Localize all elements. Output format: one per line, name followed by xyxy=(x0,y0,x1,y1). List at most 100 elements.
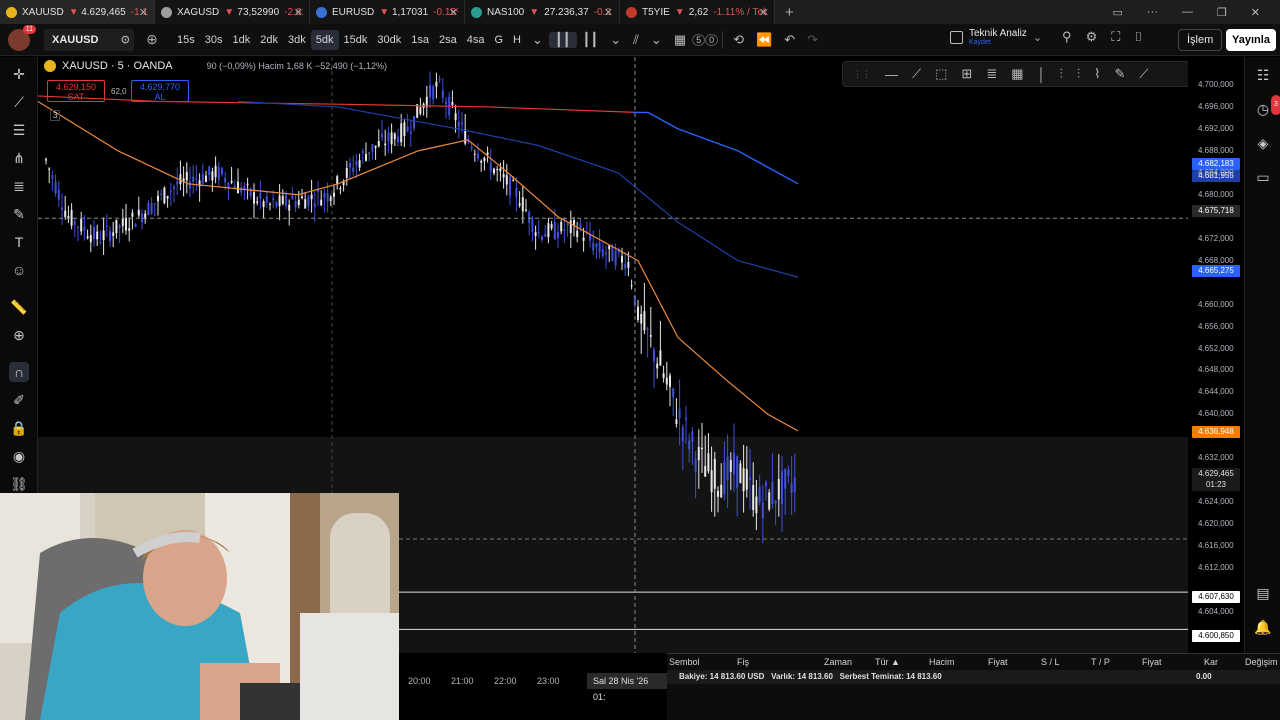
redo-icon[interactable]: ↷ xyxy=(801,32,824,48)
interval-3dk[interactable]: 3dk xyxy=(283,30,311,50)
zoom-in-icon[interactable]: ⊕ xyxy=(9,325,29,345)
chevron-down-icon[interactable]: ⌄ xyxy=(526,32,549,48)
interval-1sa[interactable]: 1sa xyxy=(406,30,434,50)
fib-icon[interactable]: ≣ xyxy=(9,176,29,196)
highlighter-icon[interactable]: ⟋ xyxy=(1139,66,1148,82)
link-icon[interactable]: ⛓ xyxy=(9,474,29,494)
trendline-icon[interactable]: ⟋ xyxy=(912,66,921,82)
magnet-icon[interactable]: ∩ xyxy=(9,362,29,382)
horizontal-line-icon[interactable]: — xyxy=(885,67,898,82)
layers-icon[interactable]: ◈ xyxy=(1253,133,1273,153)
fib-icon[interactable]: ≣ xyxy=(986,66,997,82)
interval-5dk[interactable]: 5dk xyxy=(310,29,339,50)
minimize-icon[interactable]: — xyxy=(1182,6,1193,18)
lock-icon[interactable]: 🔒 xyxy=(9,418,29,438)
sell-button[interactable]: 4.629,150 SAT xyxy=(47,80,105,102)
counter-b[interactable]: 0 xyxy=(705,33,719,46)
interval-15s[interactable]: 15s xyxy=(172,30,200,50)
col-zaman[interactable]: Zaman xyxy=(824,657,852,667)
emoji-icon[interactable]: ☺ xyxy=(9,260,29,280)
col-tur[interactable]: Tür ▲ xyxy=(875,657,900,667)
col-fiyat-2[interactable]: Fiyat xyxy=(1142,657,1162,667)
tab-xagusd[interactable]: XAGUSD ▼ 73,52990 -2.61 ✕ xyxy=(155,0,310,24)
replay-icon[interactable]: ⏪ xyxy=(750,32,778,48)
buy-button[interactable]: 4.629,770 AL xyxy=(131,80,189,102)
more-icon[interactable]: ··· xyxy=(1147,6,1158,18)
settings-icon[interactable]: ⚙ xyxy=(1086,29,1098,45)
close-icon[interactable]: ✕ xyxy=(294,6,303,19)
col-tp[interactable]: T / P xyxy=(1091,657,1110,667)
chat-icon[interactable]: ▭ xyxy=(1253,167,1273,187)
trendline-icon[interactable]: ⟋ xyxy=(9,92,29,112)
close-icon[interactable]: ✕ xyxy=(139,6,148,19)
candles-icon[interactable]: ┃┃ xyxy=(548,31,577,48)
pitchfork-icon[interactable]: ⋔ xyxy=(9,148,29,168)
tab-xauusd[interactable]: XAUUSD ▼ 4.629,465 -1.12 ✕ xyxy=(0,0,155,24)
interval-4sa[interactable]: 4sa xyxy=(462,30,490,50)
interval-30dk[interactable]: 30dk xyxy=(372,30,406,50)
interval-1dk[interactable]: 1dk xyxy=(228,30,256,50)
interval-h[interactable]: H xyxy=(508,30,526,50)
short-position-icon[interactable]: ⫶ xyxy=(1077,66,1080,82)
indicators-icon[interactable]: ⫽ xyxy=(627,32,645,48)
trade-button[interactable]: İşlem xyxy=(1178,29,1223,51)
drag-handle-icon[interactable]: ⋮⋮ xyxy=(853,69,871,80)
pencil-lock-icon[interactable]: ✐ xyxy=(9,390,29,410)
fullscreen-icon[interactable]: ⛶ xyxy=(1111,29,1120,45)
tab-t5yie[interactable]: T5YIE ▼ 2,62 -1.11% / Tekn ✕ xyxy=(620,0,775,24)
brush-icon[interactable]: ✎ xyxy=(1115,66,1126,82)
chart-title[interactable]: XAUUSD · 5 · OANDA xyxy=(62,60,173,72)
interval-g[interactable]: G xyxy=(489,30,508,50)
layout-icon[interactable]: ▦ xyxy=(668,32,692,48)
col-hacim[interactable]: Hacim xyxy=(929,657,955,667)
compare-add-icon[interactable]: ⊕ xyxy=(144,31,160,48)
avatar[interactable]: 11 xyxy=(8,24,36,51)
grid-icon[interactable]: ▦ xyxy=(1011,66,1023,82)
layout-checkbox[interactable] xyxy=(950,30,963,44)
bell-icon[interactable]: 🔔 xyxy=(1253,617,1273,637)
close-icon[interactable]: ✕ xyxy=(604,6,613,19)
vertical-line-icon[interactable]: │ xyxy=(1038,67,1046,82)
col-sl[interactable]: S / L xyxy=(1041,657,1060,667)
col-fis[interactable]: Fiş xyxy=(737,657,749,667)
alert-icon[interactable]: ⟲ xyxy=(727,32,750,48)
horizontal-lines-icon[interactable]: ☰ xyxy=(9,120,29,140)
tab-nas100[interactable]: NAS100 ▼ 27.236,37 -0.2 ✕ xyxy=(465,0,620,24)
indicators-collapsed-count[interactable]: 3 xyxy=(50,110,61,121)
counter-a[interactable]: 5 xyxy=(692,33,706,46)
cast-icon[interactable]: ▭ xyxy=(1113,6,1123,19)
time-axis[interactable]: 20:00 21:00 22:00 23:00 Sal 28 Nis '26 0… xyxy=(399,670,667,702)
price-axis[interactable]: 4.682,183 4.681,955 4.675,718 4.665,275 … xyxy=(1188,57,1244,653)
undo-icon[interactable]: ↶ xyxy=(778,32,801,48)
alerts-clock-icon[interactable]: ◷ 3 xyxy=(1253,95,1280,119)
interval-2sa[interactable]: 2sa xyxy=(434,30,462,50)
symbol-search[interactable]: XAUUSD ⊙ xyxy=(44,28,134,51)
ruler-icon[interactable]: 📏 xyxy=(9,297,29,317)
col-fiyat[interactable]: Fiyat xyxy=(988,657,1008,667)
interval-15dk[interactable]: 15dk xyxy=(339,30,373,50)
interval-30s[interactable]: 30s xyxy=(200,30,228,50)
col-sembol[interactable]: Sembol xyxy=(669,657,700,667)
restore-icon[interactable]: ❐ xyxy=(1217,6,1227,19)
teknik-analiz-layout[interactable]: Teknik Analiz Kaydet ⌄ ⚲ ⚙ ⛶ ⌷ xyxy=(950,28,1142,46)
col-kar[interactable]: Kar xyxy=(1204,657,1218,667)
brush-icon[interactable]: ✎ xyxy=(9,204,29,224)
crosshair-icon[interactable]: ✛ xyxy=(9,64,29,84)
watchlist-icon[interactable]: ☷ xyxy=(1253,65,1273,85)
col-degisim[interactable]: Değişim xyxy=(1245,657,1278,667)
window-close-icon[interactable]: ✕ xyxy=(1251,6,1260,19)
zoom-search-icon[interactable]: ⚲ xyxy=(1062,29,1072,45)
rectangle-icon[interactable]: ⬚ xyxy=(935,66,947,82)
camera-icon[interactable]: ⌷ xyxy=(1134,29,1142,45)
chevron-down-icon[interactable]: ⌄ xyxy=(645,32,668,48)
close-icon[interactable]: ✕ xyxy=(449,6,458,19)
chevron-down-icon[interactable]: ⌄ xyxy=(604,32,627,48)
calendar-icon[interactable]: ▤ xyxy=(1253,583,1273,603)
chart-type-icon[interactable]: ┃┃ xyxy=(577,32,605,48)
eye-icon[interactable]: ◉ xyxy=(9,446,29,466)
interval-2dk[interactable]: 2dk xyxy=(255,30,283,50)
position-icon[interactable]: ⊞ xyxy=(961,66,972,82)
path-icon[interactable]: ⌇ xyxy=(1094,66,1100,82)
text-icon[interactable]: T xyxy=(9,232,29,252)
new-tab-icon[interactable]: + xyxy=(785,4,794,21)
